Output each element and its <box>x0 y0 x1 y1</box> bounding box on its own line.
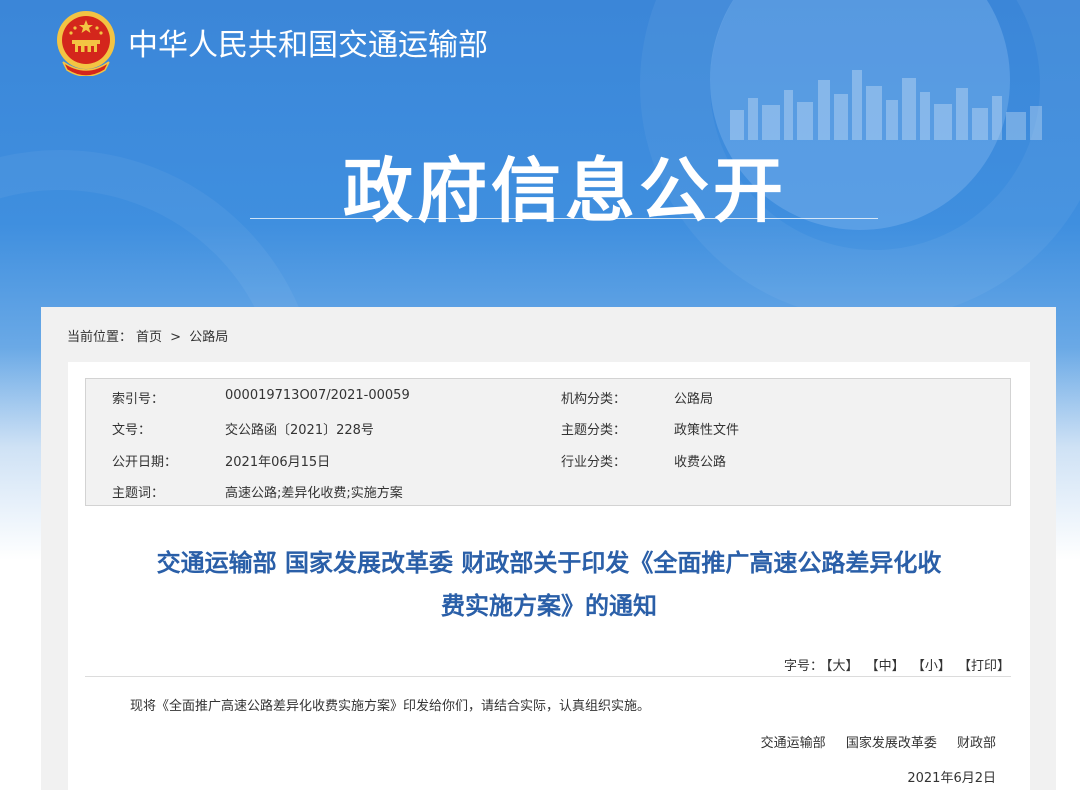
main-panel: 当前位置： 首页 > 公路局 索引号： 000019713O07/2021-000… <box>41 307 1056 802</box>
meta-org-value: 公路局 <box>674 392 714 407</box>
signer-ndrc: 国家发展改革委 <box>845 736 937 751</box>
breadcrumb-current-link[interactable]: 公路局 <box>189 330 228 345</box>
document-body: 现将《全面推广高速公路差异化收费实施方案》印发给你们，请结合实际，认真组织实施。 <box>130 699 651 714</box>
meta-keywords-value: 高速公路;差异化收费;实施方案 <box>225 486 403 501</box>
meta-industry-label: 行业分类： <box>561 455 627 470</box>
breadcrumb-label: 当前位置： <box>67 330 133 345</box>
document-title-line1: 交通运输部 国家发展改革委 财政部关于印发《全面推广高速公路差异化收 <box>156 549 942 577</box>
meta-date-value: 2021年06月15日 <box>225 455 331 470</box>
national-emblem-icon <box>57 11 115 76</box>
document-title-line2: 费实施方案》的通知 <box>441 592 657 620</box>
document-content: 索引号： 000019713O07/2021-00059 机构分类： 公路局 文… <box>68 362 1030 802</box>
title-underline <box>250 218 878 219</box>
city-skyline-decoration <box>730 70 1042 140</box>
signer-ministry-of-finance: 财政部 <box>956 736 996 751</box>
meta-topic-label: 主题分类： <box>561 423 627 438</box>
breadcrumb: 当前位置： 首页 > 公路局 <box>67 326 232 345</box>
meta-keywords-label: 主题词： <box>112 486 165 501</box>
page-title: 政府信息公开 <box>343 150 787 232</box>
signer-ministry-of-transport: 交通运输部 <box>760 736 826 751</box>
breadcrumb-home-link[interactable]: 首页 <box>136 330 162 345</box>
meta-docno-label: 文号： <box>112 423 152 438</box>
font-large-button[interactable]: 【大】 <box>826 659 859 674</box>
font-small-button[interactable]: 【小】 <box>912 659 951 674</box>
font-size-label: 字号： <box>784 659 824 674</box>
print-button[interactable]: 【打印】 <box>958 659 1010 674</box>
font-size-controls: 字号： 【大】 【中】 【小】 【打印】 <box>781 655 1010 674</box>
meta-topic-value: 政策性文件 <box>674 423 740 438</box>
meta-industry-value: 收费公路 <box>674 455 727 470</box>
meta-date-label: 公开日期： <box>112 455 178 470</box>
meta-docno-value: 交公路函〔2021〕228号 <box>225 423 374 438</box>
meta-org-label: 机构分类： <box>561 392 627 407</box>
ministry-name[interactable]: 中华人民共和国交通运输部 <box>128 20 488 64</box>
breadcrumb-separator: > <box>170 330 182 345</box>
font-medium-button[interactable]: 【中】 <box>866 659 905 674</box>
document-date: 2021年6月2日 <box>907 771 996 786</box>
content-divider <box>85 676 1011 677</box>
metadata-table: 索引号： 000019713O07/2021-00059 机构分类： 公路局 文… <box>85 378 1011 506</box>
document-title: 交通运输部 国家发展改革委 财政部关于印发《全面推广高速公路差异化收 费实施方案… <box>68 542 1030 628</box>
meta-index-value: 000019713O07/2021-00059 <box>225 388 410 403</box>
meta-index-label: 索引号： <box>112 392 165 407</box>
document-signers: 交通运输部 国家发展改革委 财政部 <box>745 732 996 751</box>
